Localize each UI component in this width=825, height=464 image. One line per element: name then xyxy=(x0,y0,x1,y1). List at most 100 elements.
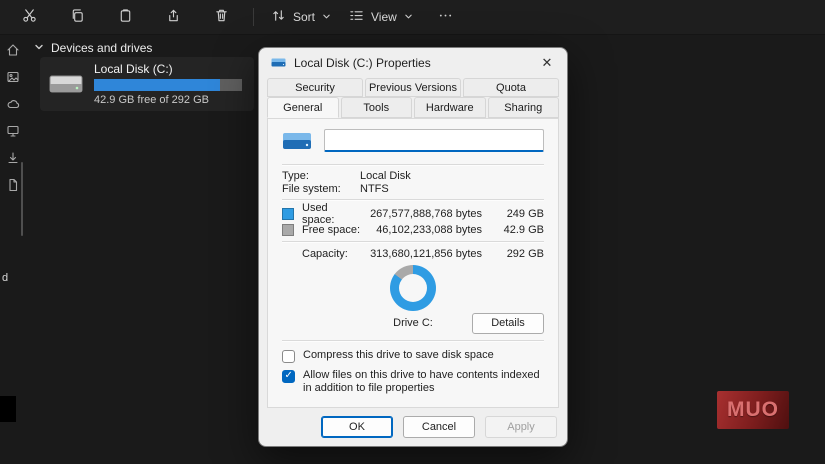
filesystem-label: File system: xyxy=(282,183,360,195)
toolbar-divider xyxy=(253,8,254,26)
nav-onedrive-item[interactable] xyxy=(5,98,21,114)
hard-drive-icon xyxy=(48,70,84,98)
tab-row-back: Security Previous Versions Quota xyxy=(267,78,559,97)
home-icon xyxy=(6,43,20,62)
rail-scrollbar[interactable] xyxy=(21,162,23,236)
free-space-swatch xyxy=(282,224,294,236)
index-checkbox-label: Allow files on this drive to have conten… xyxy=(303,369,544,397)
tab-tools[interactable]: Tools xyxy=(341,97,413,118)
free-space-row: Free space: 46,102,233,088 bytes 42.9 GB xyxy=(282,223,544,237)
compress-checkbox-label: Compress this drive to save disk space xyxy=(303,349,494,363)
section-title: Devices and drives xyxy=(51,41,152,55)
filesystem-row: File system: NTFS xyxy=(282,182,544,194)
drive-meta: Local Disk (C:) 42.9 GB free of 292 GB xyxy=(94,62,242,106)
free-space-label: Free space: xyxy=(302,224,368,236)
cut-button[interactable] xyxy=(6,4,52,30)
close-button[interactable]: ✕ xyxy=(527,48,567,78)
usage-donut-wrap xyxy=(282,265,544,311)
trash-icon xyxy=(214,8,229,26)
dialog-button-row: OK Cancel Apply xyxy=(259,408,567,446)
used-space-size: 249 GB xyxy=(490,208,544,220)
details-button[interactable]: Details xyxy=(472,313,544,334)
rail-partial-label: d xyxy=(2,272,8,284)
more-icon xyxy=(438,8,453,26)
used-space-swatch xyxy=(282,208,294,220)
divider xyxy=(282,340,544,342)
compress-checkbox-row: Compress this drive to save disk space xyxy=(282,349,544,363)
tab-sharing[interactable]: Sharing xyxy=(488,97,560,118)
capacity-bar xyxy=(94,79,242,91)
free-space-bytes: 46,102,233,088 bytes xyxy=(376,224,482,236)
view-icon xyxy=(349,8,364,26)
apply-button[interactable]: Apply xyxy=(485,416,557,438)
used-space-bytes: 267,577,888,768 bytes xyxy=(370,208,482,220)
local-disk-tile[interactable]: Local Disk (C:) 42.9 GB free of 292 GB xyxy=(40,57,254,111)
monitor-icon xyxy=(6,124,20,143)
type-row: Type: Local Disk xyxy=(282,170,544,182)
tab-previous-versions[interactable]: Previous Versions xyxy=(365,78,461,97)
capacity-bytes: 313,680,121,856 bytes xyxy=(370,248,482,260)
sort-button[interactable]: Sort xyxy=(263,4,339,30)
chevron-down-icon xyxy=(322,10,331,24)
filesystem-value: NTFS xyxy=(360,183,389,195)
image-icon xyxy=(6,70,20,89)
close-icon: ✕ xyxy=(542,55,553,71)
tab-security[interactable]: Security xyxy=(267,78,363,97)
cloud-icon xyxy=(6,97,20,116)
drive-name: Local Disk (C:) xyxy=(94,62,242,76)
screen: Sort View d Devices and drives xyxy=(0,0,825,464)
tab-strip: Security Previous Versions Quota General… xyxy=(259,78,567,118)
copy-icon xyxy=(70,8,85,26)
nav-documents-item[interactable] xyxy=(5,179,21,195)
compress-checkbox[interactable] xyxy=(282,350,295,363)
index-checkbox[interactable] xyxy=(282,370,295,383)
nav-desktop-item[interactable] xyxy=(5,125,21,141)
divider xyxy=(282,164,544,166)
divider xyxy=(282,199,544,201)
properties-dialog: Local Disk (C:) Properties ✕ Security Pr… xyxy=(258,47,568,447)
general-tab-page: Type: Local Disk File system: NTFS Used … xyxy=(267,118,559,408)
tab-general[interactable]: General xyxy=(267,97,339,118)
paste-button[interactable] xyxy=(102,4,148,30)
capacity-size: 292 GB xyxy=(490,248,544,260)
nav-gallery-item[interactable] xyxy=(5,71,21,87)
document-icon xyxy=(6,178,20,197)
drive-letter-label: Drive C: xyxy=(393,317,433,329)
tab-hardware[interactable]: Hardware xyxy=(414,97,486,118)
delete-button[interactable] xyxy=(198,4,244,30)
collapse-chevron-icon[interactable] xyxy=(34,41,44,55)
nav-home-item[interactable] xyxy=(5,44,21,60)
share-button[interactable] xyxy=(150,4,196,30)
cut-icon xyxy=(22,8,37,26)
paste-icon xyxy=(118,8,133,26)
view-button[interactable]: View xyxy=(341,4,421,30)
drive-icon xyxy=(271,57,286,69)
capacity-bar-fill xyxy=(94,79,220,91)
chevron-down-icon xyxy=(404,10,413,24)
capacity-label: Capacity: xyxy=(302,248,362,260)
volume-label-input[interactable] xyxy=(324,129,544,152)
volume-label-row xyxy=(282,129,544,152)
copy-button[interactable] xyxy=(54,4,100,30)
sort-label: Sort xyxy=(293,10,315,24)
type-label: Type: xyxy=(282,170,360,182)
nav-downloads-item[interactable] xyxy=(5,152,21,168)
cancel-button[interactable]: Cancel xyxy=(403,416,475,438)
section-header-devices: Devices and drives xyxy=(34,41,152,55)
drive-icon-large xyxy=(282,130,312,152)
more-options-button[interactable] xyxy=(423,4,469,30)
dialog-titlebar: Local Disk (C:) Properties ✕ xyxy=(259,48,567,78)
type-value: Local Disk xyxy=(360,170,411,182)
muo-watermark: MUO xyxy=(717,391,789,429)
drive-free-text: 42.9 GB free of 292 GB xyxy=(94,94,242,106)
bottom-left-block xyxy=(0,396,16,422)
share-icon xyxy=(166,8,181,26)
dialog-title: Local Disk (C:) Properties xyxy=(294,56,431,70)
download-icon xyxy=(6,151,20,170)
tab-quota[interactable]: Quota xyxy=(463,78,559,97)
ok-button[interactable]: OK xyxy=(321,416,393,438)
free-space-size: 42.9 GB xyxy=(490,224,544,236)
capacity-row: Capacity: 313,680,121,856 bytes 292 GB xyxy=(282,247,544,261)
explorer-toolbar: Sort View xyxy=(0,0,825,35)
used-space-row: Used space: 267,577,888,768 bytes 249 GB xyxy=(282,205,544,223)
